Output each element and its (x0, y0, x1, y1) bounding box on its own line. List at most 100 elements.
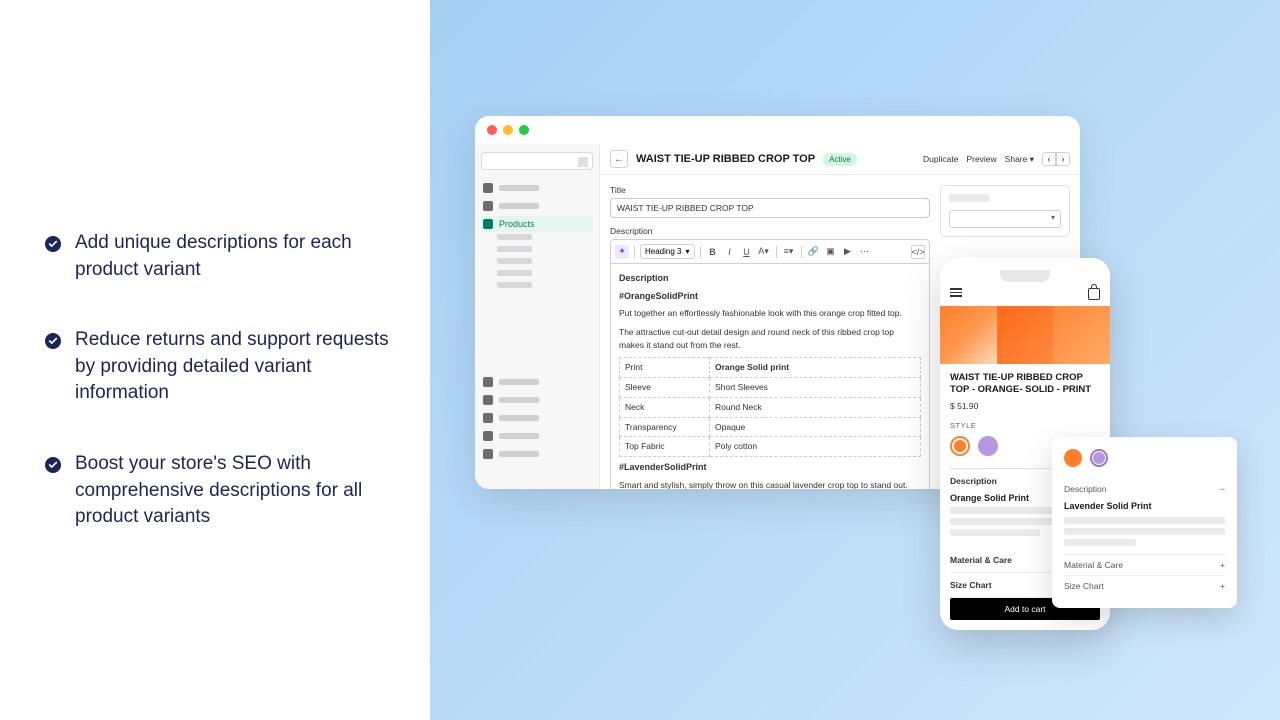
desc-paragraph: The attractive cut-out detail design and… (619, 326, 921, 352)
swatch-row (1064, 449, 1225, 467)
more-button[interactable]: ⋯ (858, 245, 872, 259)
table-row: Top FabricPoly cotton (620, 437, 921, 457)
nav-orders[interactable] (481, 198, 593, 214)
underline-button[interactable]: U (740, 245, 754, 259)
style-label: STYLE (950, 421, 1100, 430)
nav-sub-item[interactable] (497, 234, 532, 240)
desc-heading: Description (619, 272, 921, 286)
next-button[interactable]: › (1056, 152, 1070, 166)
analytics-icon (483, 413, 493, 423)
accordion-size[interactable]: Size Chart+ (1064, 576, 1225, 596)
minus-icon: − (1220, 484, 1225, 494)
admin-sidebar: Products (475, 144, 600, 489)
variant-popup: Description− Lavender Solid Print Materi… (1052, 437, 1237, 608)
phone-notch (1000, 270, 1050, 282)
swatch-orange[interactable] (1064, 449, 1082, 467)
maximize-dot-icon[interactable] (519, 125, 529, 135)
check-icon (45, 236, 61, 252)
close-dot-icon[interactable] (487, 125, 497, 135)
preview-canvas: Products ← WAIST TIE-UP RI (430, 0, 1280, 720)
tag-icon (483, 219, 493, 229)
preview-button[interactable]: Preview (966, 154, 996, 164)
product-price: $ 51.90 (950, 401, 1100, 411)
feature-text: Boost your store's SEO with comprehensiv… (75, 451, 390, 531)
editor-toolbar: ✦ Heading 3 ▾ B I U A▾ ≡▾ (610, 239, 930, 264)
accordion-description[interactable]: Description− (1064, 479, 1225, 499)
status-card (940, 185, 1070, 237)
description-label: Description (610, 226, 930, 236)
home-icon (483, 183, 493, 193)
orders-icon (483, 201, 493, 211)
product-image (1053, 306, 1110, 364)
heading-select[interactable]: Heading 3 ▾ (640, 244, 695, 259)
nav-sub-item[interactable] (497, 270, 532, 276)
code-button[interactable]: </> (911, 245, 925, 259)
swatch-lavender[interactable] (1090, 449, 1108, 467)
desc-paragraph: Put together an effortlessly fashionable… (619, 307, 921, 320)
status-badge: Active (823, 153, 857, 166)
product-image (997, 306, 1054, 364)
back-button[interactable]: ← (610, 150, 628, 168)
content-icon (483, 395, 493, 405)
nav-item[interactable] (481, 410, 593, 426)
feature-text: Reduce returns and support requests by p… (75, 327, 390, 407)
swatch-lavender[interactable] (978, 436, 998, 456)
feature-text: Add unique descriptions for each product… (75, 230, 390, 283)
product-title: WAIST TIE-UP RIBBED CROP TOP - ORANGE- S… (950, 372, 1100, 397)
table-row: SleeveShort Sleeves (620, 378, 921, 398)
nav-item[interactable] (481, 392, 593, 408)
check-icon (45, 457, 61, 473)
page-header: ← WAIST TIE-UP RIBBED CROP TOP Active Du… (600, 144, 1080, 175)
nav-sub-item[interactable] (497, 258, 532, 264)
ai-sparkle-icon[interactable]: ✦ (615, 245, 629, 259)
image-button[interactable]: ▣ (824, 245, 838, 259)
nav-item[interactable] (481, 428, 593, 444)
prev-button[interactable]: ‹ (1042, 152, 1056, 166)
check-icon (45, 333, 61, 349)
accordion-material[interactable]: Material & Care+ (1064, 555, 1225, 575)
pager: ‹ › (1042, 152, 1070, 166)
menu-icon[interactable] (950, 288, 962, 300)
minimize-dot-icon[interactable] (503, 125, 513, 135)
discount-icon (483, 449, 493, 459)
plus-icon: + (1220, 581, 1225, 591)
window-titlebar (475, 116, 1080, 144)
variant-name: Lavender Solid Print (1064, 501, 1225, 511)
title-label: Title (610, 185, 930, 195)
nav-products[interactable]: Products (481, 216, 593, 232)
table-row: PrintOrange Solid print (620, 358, 921, 378)
variant-tag: #OrangeSolidPrint (619, 290, 921, 304)
nav-item[interactable] (481, 446, 593, 462)
bold-button[interactable]: B (706, 245, 720, 259)
marketing-icon (483, 431, 493, 441)
page-title: WAIST TIE-UP RIBBED CROP TOP (636, 153, 815, 165)
nav-sub-item[interactable] (497, 282, 532, 288)
spec-table: PrintOrange Solid print SleeveShort Slee… (619, 357, 921, 457)
color-button[interactable]: A▾ (757, 245, 771, 259)
link-button[interactable]: 🔗 (807, 245, 821, 259)
italic-button[interactable]: I (723, 245, 737, 259)
search-input[interactable] (481, 152, 593, 170)
bag-icon[interactable] (1088, 288, 1100, 300)
share-button[interactable]: Share ▾ (1005, 154, 1034, 165)
duplicate-button[interactable]: Duplicate (923, 154, 958, 164)
video-button[interactable]: ▶ (841, 245, 855, 259)
product-image (940, 306, 997, 364)
swatch-orange[interactable] (950, 436, 970, 456)
variant-tag: #LavenderSolidPrint (619, 461, 921, 475)
nav-home[interactable] (481, 180, 593, 196)
nav-item[interactable] (481, 374, 593, 390)
status-select[interactable] (949, 210, 1061, 228)
align-button[interactable]: ≡▾ (782, 245, 796, 259)
nav-sub-item[interactable] (497, 246, 532, 252)
feature-item: Add unique descriptions for each product… (45, 230, 390, 283)
feature-item: Boost your store's SEO with comprehensiv… (45, 451, 390, 531)
title-input[interactable] (610, 198, 930, 218)
product-images[interactable] (940, 306, 1110, 364)
user-icon (483, 377, 493, 387)
desc-paragraph: Smart and stylish, simply throw on this … (619, 479, 921, 490)
feature-item: Reduce returns and support requests by p… (45, 327, 390, 407)
table-row: TransparencyOpaque (620, 417, 921, 437)
editor-content[interactable]: Description #OrangeSolidPrint Put togeth… (610, 264, 930, 489)
feature-list: Add unique descriptions for each product… (0, 0, 430, 720)
